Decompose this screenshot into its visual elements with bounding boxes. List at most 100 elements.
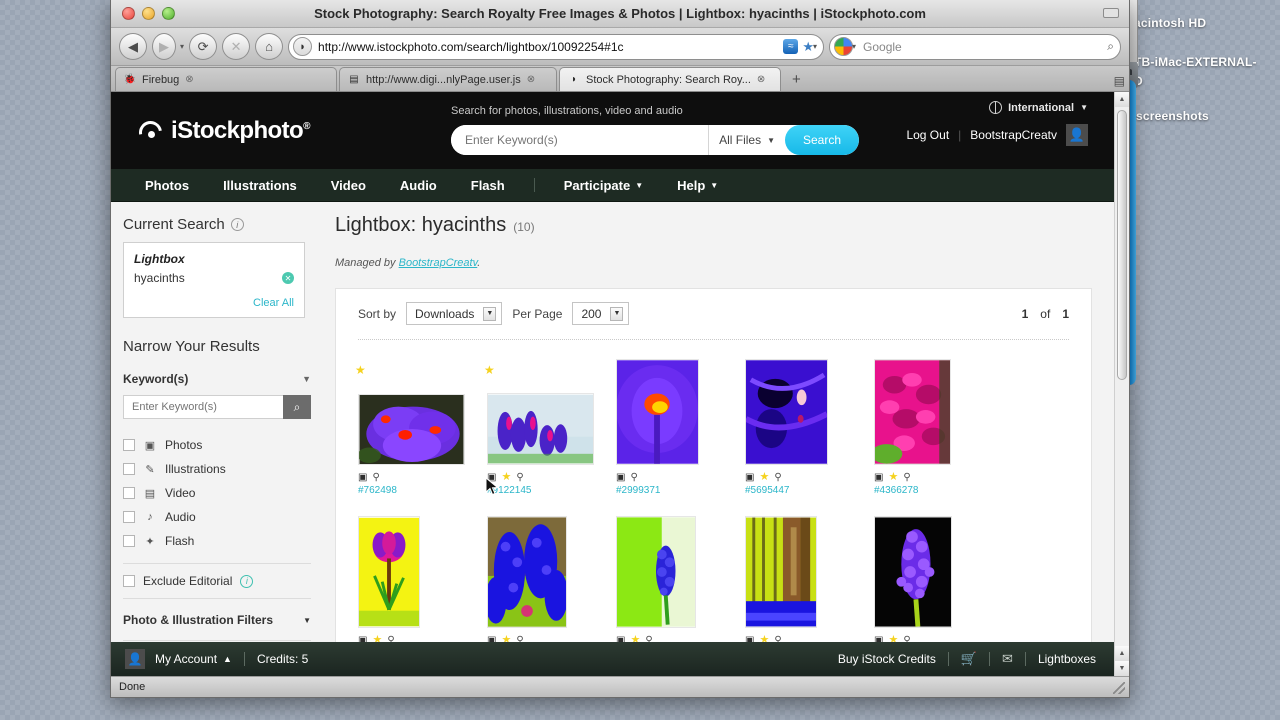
checkbox[interactable]: [123, 463, 135, 475]
avatar[interactable]: 👤: [1066, 124, 1088, 146]
image-id[interactable]: #9122145: [487, 485, 594, 496]
mail-icon[interactable]: ✉: [1002, 651, 1013, 667]
scrollbar-thumb[interactable]: [1117, 110, 1127, 380]
nav-item-help[interactable]: Help ▼: [660, 178, 735, 193]
image-id[interactable]: #4366278: [874, 485, 981, 496]
rss-icon[interactable]: ≈: [783, 39, 798, 54]
info-icon[interactable]: i: [231, 218, 244, 231]
checkbox[interactable]: [123, 487, 135, 499]
tab-firebug[interactable]: 🐞 Firebug ⊗: [115, 67, 337, 91]
result-item[interactable]: ▣ ★ ⚲: [358, 516, 465, 647]
filter-photos[interactable]: ▣ Photos: [123, 433, 327, 457]
thumbnail-wrapper[interactable]: ★: [358, 357, 465, 465]
checkbox[interactable]: [123, 575, 135, 587]
chevron-down-icon[interactable]: ▾: [813, 42, 817, 51]
file-type-dropdown[interactable]: All Files ▼: [708, 125, 785, 155]
istockphoto-logo[interactable]: iStockphoto®: [139, 117, 310, 145]
keyword-filter-input[interactable]: [123, 395, 283, 419]
thumbnail-wrapper[interactable]: [616, 357, 723, 465]
home-button[interactable]: ⌂: [255, 33, 283, 60]
nav-item-flash[interactable]: Flash: [454, 178, 522, 193]
reload-button[interactable]: ⟳: [189, 33, 217, 60]
address-bar-url[interactable]: http://www.istockphoto.com/search/lightb…: [312, 40, 780, 54]
google-icon[interactable]: [834, 37, 853, 56]
result-item[interactable]: ▣ ★ ⚲ #5695447: [745, 357, 852, 496]
thumbnail-image[interactable]: [745, 359, 828, 465]
per-page-select[interactable]: 200 ▼: [572, 302, 629, 325]
thumbnail-wrapper[interactable]: ★: [487, 357, 594, 465]
thumbnail-image[interactable]: [745, 516, 817, 628]
exclude-editorial-row[interactable]: Exclude Editorial i: [123, 574, 327, 588]
close-icon[interactable]: ⊗: [527, 74, 535, 85]
cart-icon[interactable]: 🛒: [961, 651, 977, 667]
result-item[interactable]: ★: [487, 357, 594, 496]
thumbnail-image[interactable]: [487, 516, 567, 628]
resize-grip[interactable]: [1113, 682, 1125, 694]
managed-by-user-link[interactable]: BootstrapCreatv: [399, 257, 478, 269]
minimize-window-button[interactable]: [142, 7, 155, 20]
chevron-up-icon[interactable]: ▲: [223, 654, 232, 664]
stop-button[interactable]: ✕: [222, 33, 250, 60]
keywords-filter-header[interactable]: Keyword(s) ▼: [123, 372, 311, 386]
nav-item-participate[interactable]: Participate ▼: [547, 178, 660, 193]
thumbnail-wrapper[interactable]: [358, 516, 465, 628]
avatar[interactable]: 👤: [125, 649, 145, 669]
thumbnail-image[interactable]: [616, 359, 699, 465]
browser-search-box[interactable]: ▾ Google ⌕: [829, 34, 1121, 60]
thumbnail-image[interactable]: [874, 359, 951, 465]
close-icon[interactable]: ⊗: [757, 74, 765, 85]
sort-by-select[interactable]: Downloads ▼: [406, 302, 502, 325]
checkbox[interactable]: [123, 439, 135, 451]
filter-video[interactable]: ▤ Video: [123, 481, 327, 505]
thumbnail-image[interactable]: [487, 393, 594, 465]
thumbnail-image[interactable]: [358, 394, 465, 465]
result-item[interactable]: ★: [358, 357, 465, 496]
search-icon[interactable]: ⌕: [1107, 39, 1114, 54]
logout-link[interactable]: Log Out: [906, 128, 949, 142]
scroll-arrows-bottom[interactable]: ▲ ▼: [1115, 646, 1129, 676]
username-link[interactable]: BootstrapCreatv: [970, 128, 1057, 142]
checkbox[interactable]: [123, 535, 135, 547]
result-item[interactable]: ▣ ★ ⚲: [487, 516, 594, 647]
image-id[interactable]: #5695447: [745, 485, 852, 496]
zoom-window-button[interactable]: [162, 7, 175, 20]
thumbnail-image[interactable]: [616, 516, 696, 628]
image-id[interactable]: #762498: [358, 485, 465, 496]
tab-userscript[interactable]: ▤ http://www.digi...nlyPage.user.js ⊗: [339, 67, 557, 91]
scroll-up-arrow[interactable]: ▲: [1115, 92, 1129, 107]
forward-button[interactable]: ▶: [152, 33, 176, 60]
result-item[interactable]: ▣ ⚲ #2999371: [616, 357, 723, 496]
search-button[interactable]: Search: [785, 125, 859, 155]
tab-list-icon[interactable]: ▤: [1114, 74, 1125, 88]
page-scrollbar[interactable]: ▲ ▲ ▼: [1114, 92, 1129, 676]
international-selector[interactable]: International ▼: [989, 101, 1088, 114]
chevron-down-icon[interactable]: ▾: [180, 42, 184, 51]
thumbnail-wrapper[interactable]: [874, 357, 981, 465]
keyword-input[interactable]: [451, 125, 708, 155]
filter-audio[interactable]: ♪ Audio: [123, 505, 327, 529]
close-icon[interactable]: ⊗: [185, 74, 193, 85]
thumbnail-wrapper[interactable]: [745, 357, 852, 465]
image-id[interactable]: #2999371: [616, 485, 723, 496]
checkbox[interactable]: [123, 511, 135, 523]
thumbnail-wrapper[interactable]: [487, 516, 594, 628]
nav-item-video[interactable]: Video: [314, 178, 383, 193]
browser-search-input[interactable]: Google: [856, 40, 1107, 54]
back-button[interactable]: ◀: [119, 33, 147, 60]
filter-flash[interactable]: ✦ Flash: [123, 529, 327, 553]
address-bar[interactable]: ◗ http://www.istockphoto.com/search/ligh…: [288, 34, 824, 60]
new-tab-button[interactable]: +: [783, 69, 810, 91]
remove-term-icon[interactable]: ✕: [282, 272, 294, 284]
window-controls[interactable]: [122, 7, 175, 20]
thumbnail-wrapper[interactable]: [616, 516, 723, 628]
thumbnail-wrapper[interactable]: [874, 516, 981, 628]
tab-istockphoto[interactable]: ◗ Stock Photography: Search Roy... ⊗: [559, 67, 781, 91]
lightboxes-link[interactable]: Lightboxes: [1038, 652, 1096, 666]
my-account-link[interactable]: My Account: [155, 652, 217, 666]
window-restore-button[interactable]: [1103, 8, 1119, 18]
scrollbar-track[interactable]: [1115, 107, 1129, 646]
clear-all-link[interactable]: Clear All: [134, 297, 294, 309]
result-item[interactable]: ▣ ★ ⚲: [745, 516, 852, 647]
nav-item-audio[interactable]: Audio: [383, 178, 454, 193]
keyword-filter-search-button[interactable]: ⌕: [283, 395, 311, 419]
